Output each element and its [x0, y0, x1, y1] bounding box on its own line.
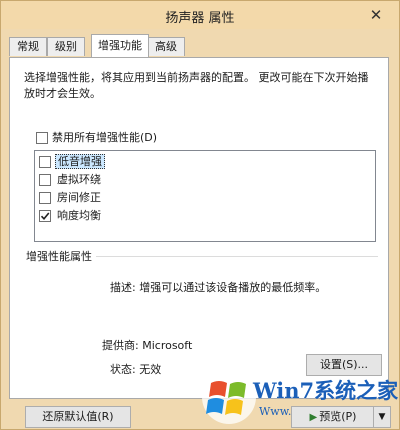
- tab-levels[interactable]: 级别: [47, 37, 85, 56]
- play-icon: ▶: [309, 412, 318, 423]
- list-item-loudness-equalization[interactable]: 响度均衡: [39, 208, 103, 224]
- windows-logo-icon: [202, 370, 256, 424]
- disable-all-label: 禁用所有增强性能(D): [52, 131, 158, 144]
- disable-all-checkbox[interactable]: [36, 132, 48, 144]
- provider-row: 提供商: Microsoft: [102, 337, 192, 353]
- disable-all-row[interactable]: 禁用所有增强性能(D): [36, 130, 157, 146]
- list-item-room-correction[interactable]: 房间修正: [39, 190, 103, 206]
- room-correction-checkbox[interactable]: [39, 192, 51, 204]
- window-title: 扬声器 属性: [165, 11, 235, 26]
- preview-label: 预览(P): [319, 410, 357, 423]
- tab-advanced[interactable]: 高级: [147, 37, 185, 56]
- tab-general[interactable]: 常规: [9, 37, 47, 56]
- watermark-title: Win7系统之家: [253, 378, 399, 403]
- status-row: 状态: 无效: [110, 361, 161, 377]
- close-button[interactable]: ✕: [363, 5, 389, 25]
- settings-button[interactable]: 设置(S)...: [306, 354, 382, 376]
- restore-defaults-button[interactable]: 还原默认值(R): [25, 406, 131, 428]
- list-item-virtual-surround[interactable]: 虚拟环绕: [39, 172, 103, 188]
- enhancements-list[interactable]: 低音增强 虚拟环绕 房间修正 响度均衡: [34, 150, 376, 242]
- properties-group-title: 增强性能属性: [26, 248, 96, 264]
- chevron-down-icon: ▼: [378, 412, 386, 422]
- loudness-equalization-label: 响度均衡: [57, 209, 101, 222]
- virtual-surround-checkbox[interactable]: [39, 174, 51, 186]
- status-value: 无效: [139, 363, 162, 376]
- room-correction-label: 房间修正: [57, 191, 101, 204]
- enhancements-description: 选择增强性能，将其应用到当前扬声器的配置。 更改可能在下次开始播放时才会生效。: [24, 71, 369, 100]
- speaker-properties-window: 扬声器 属性 ✕ 常规 级别 增强功能 高级 选择增强性能，将其应用到当前扬声器…: [0, 0, 400, 430]
- checkmark-icon: [40, 212, 50, 221]
- preview-dropdown-button[interactable]: ▼: [373, 406, 391, 428]
- property-description: 描述: 增强可以通过该设备播放的最低频率。: [110, 281, 327, 294]
- virtual-surround-label: 虚拟环绕: [57, 173, 101, 186]
- bass-boost-label: 低音增强: [55, 154, 105, 169]
- bass-boost-checkbox[interactable]: [39, 156, 51, 168]
- tab-enhancements[interactable]: 增强功能: [91, 34, 149, 57]
- preview-button[interactable]: ▶ 预览(P): [291, 406, 375, 428]
- list-item-bass-boost[interactable]: 低音增强: [39, 154, 105, 170]
- title-bar: 扬声器 属性 ✕: [1, 1, 399, 29]
- loudness-equalization-checkbox[interactable]: [39, 210, 51, 222]
- provider-label: 提供商:: [102, 339, 139, 352]
- provider-value: Microsoft: [142, 339, 193, 352]
- enhancements-panel: 选择增强性能，将其应用到当前扬声器的配置。 更改可能在下次开始播放时才会生效。 …: [9, 57, 389, 399]
- close-icon: ✕: [369, 6, 383, 24]
- status-label: 状态:: [110, 363, 136, 376]
